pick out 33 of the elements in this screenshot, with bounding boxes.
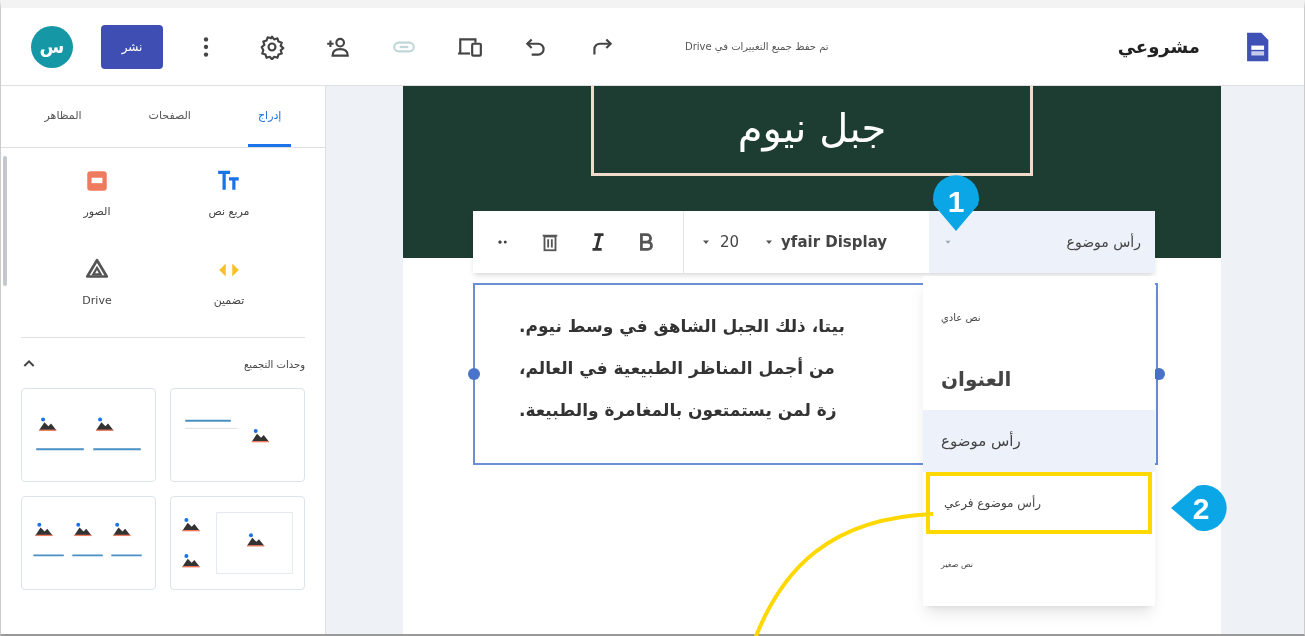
scrollbar[interactable] xyxy=(3,156,7,286)
insert-images-button[interactable]: الصور xyxy=(31,162,163,227)
menu-item[interactable]: رأس موضوع فرعي xyxy=(926,472,1152,534)
save-status: تم حفظ جميع التغييرات في Drive xyxy=(685,40,829,54)
site-title: مشروعي xyxy=(1117,35,1200,60)
menu-item[interactable]: العنوان xyxy=(923,348,1155,410)
text-line: زة لمن يستمتعون بالمغامرة والطبيعة. xyxy=(519,399,838,423)
tab[interactable]: المظاهر xyxy=(34,107,92,147)
layout-thumbnail[interactable] xyxy=(21,496,156,590)
menu-item[interactable]: رأس موضوع xyxy=(923,410,1155,472)
menu-item[interactable]: نص عادي xyxy=(923,286,1155,348)
callout-marker: 2 xyxy=(1171,485,1227,531)
layout-thumbnail[interactable] xyxy=(21,388,156,482)
style-dropdown[interactable]: رأس موضوع xyxy=(929,211,1155,273)
insert-drive-button[interactable]: Drive xyxy=(31,250,163,315)
text-line: بيتا، ذلك الجبل الشاهق في وسط نيوم. xyxy=(519,315,846,339)
menu-item[interactable]: نص صغير xyxy=(923,534,1155,596)
resize-handle[interactable] xyxy=(468,368,480,380)
insert-text-box-button[interactable]: مربع نص xyxy=(163,162,295,227)
tab[interactable]: الصفحات xyxy=(138,107,201,147)
layout-thumbnail[interactable] xyxy=(170,388,305,482)
layout-thumbnail[interactable] xyxy=(170,496,305,590)
tab[interactable]: إدراج xyxy=(248,107,292,147)
insert-embed-button[interactable]: تضمين xyxy=(163,250,295,315)
text-line: من أجمل المناظر الطبيعية في العالم، xyxy=(519,356,836,381)
publish-button[interactable]: نشر xyxy=(101,24,163,69)
font-dropdown[interactable]: yfair Display xyxy=(763,230,888,254)
section-title: وحدات التجميع xyxy=(243,357,305,372)
callout-marker: 1 xyxy=(933,175,979,231)
font-size-dropdown[interactable]: 20 xyxy=(683,211,740,273)
settings-icon[interactable] xyxy=(259,33,285,60)
banner-title: جبل نيوم xyxy=(737,104,887,154)
image-icon xyxy=(84,168,110,194)
